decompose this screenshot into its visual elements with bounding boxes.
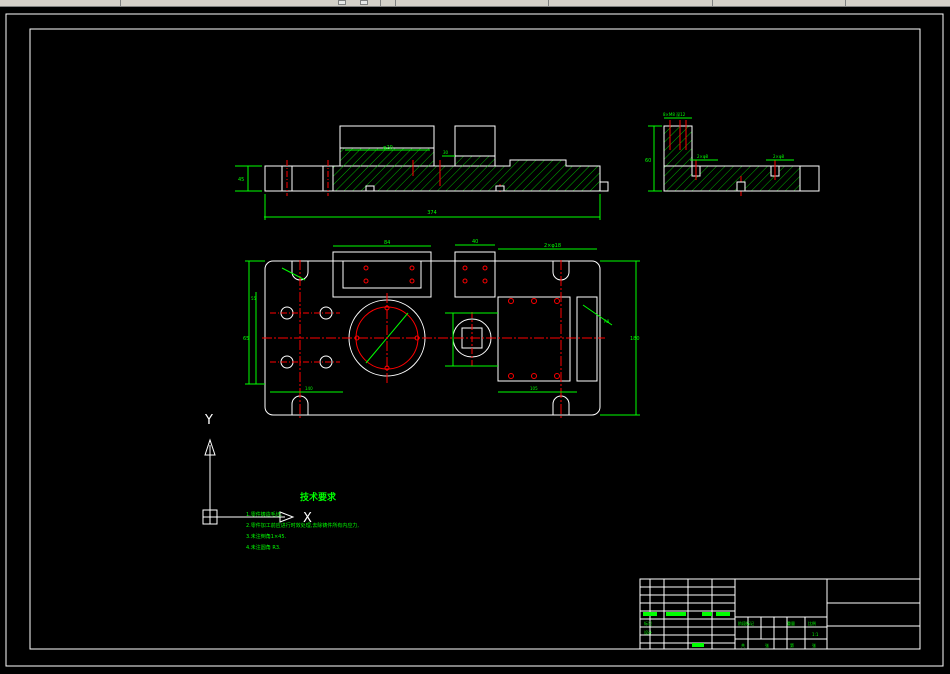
front-view[interactable]: 374 φ20 45 30	[235, 125, 609, 220]
tb-cell-e: 比例	[808, 620, 816, 626]
bottom-span-a-label: 140	[305, 386, 313, 391]
toolbar-separator	[380, 0, 381, 6]
side-height-label: 60	[645, 158, 651, 164]
drawing-canvas[interactable]: 374 φ20 45 30 60 8×M8 深12 2×φ8 2×φ8 180 …	[0, 7, 950, 674]
sheet-outer-border	[5, 13, 944, 667]
tb-cell-j: 张	[812, 642, 816, 648]
toolbar-separator	[548, 0, 549, 6]
tb-cell-h: 张	[765, 642, 769, 648]
side-view[interactable]: 60 8×M8 深12 2×φ8 2×φ8	[645, 111, 820, 196]
toolbar-separator	[395, 0, 396, 6]
toolbar-dropdown-button[interactable]	[338, 0, 346, 5]
top-left-span-label: 84	[384, 240, 390, 246]
bottom-span-b-label: 105	[530, 386, 538, 391]
left-span-a-label: 65	[243, 336, 249, 342]
tb-cell-a: 标记	[644, 620, 652, 626]
tb-cell-g: 共	[741, 642, 745, 648]
top-height-label: 180	[630, 336, 640, 342]
top-view[interactable]: 180 65 55 84 40 2×φ18 140 105 R8	[243, 239, 640, 420]
tech-req-line-3: 3.未注倒角1×45.	[246, 533, 287, 540]
side-top-label: 8×M8 深12	[663, 111, 686, 117]
side-mid-label: 2×φ8	[697, 154, 709, 159]
tech-req-title: 技术要求	[300, 491, 337, 503]
tb-cell-b: 设计	[644, 629, 652, 635]
tb-cell-c: 阶段标记	[738, 620, 754, 626]
front-slot-width-label: φ20	[383, 145, 393, 151]
left-span-b-label: 55	[251, 296, 257, 301]
tb-cell-i: 第	[790, 642, 794, 648]
drawing-svg[interactable]: 374 φ20 45 30 60 8×M8 深12 2×φ8 2×φ8 180 …	[0, 7, 950, 674]
top-hole-label: 2×φ18	[544, 243, 561, 249]
toolbar-strip	[0, 0, 950, 7]
cad-application: 374 φ20 45 30 60 8×M8 深12 2×φ8 2×φ8 180 …	[0, 0, 950, 674]
ucs-y-label: Y	[204, 413, 213, 428]
title-block[interactable]: 标记 设计 阶段标记 重量 比例 1:1 共 张 第 张	[639, 578, 921, 650]
front-center-height-label: 30	[443, 150, 449, 155]
toolbar-separator	[845, 0, 846, 6]
front-left-height-label: 45	[238, 177, 244, 183]
top-mid-width-label: 40	[472, 239, 478, 245]
tb-cell-f: 1:1	[812, 632, 819, 637]
side-right-label: 2×φ8	[773, 154, 785, 159]
sheet-inner-border	[29, 28, 921, 650]
tech-req-line-1: 1.零件铸造毛坯.	[246, 511, 283, 518]
tech-req-line-4: 4.未注圆角 R3.	[246, 544, 281, 551]
right-small-label: R8	[604, 319, 610, 324]
toolbar-dropdown-button[interactable]	[360, 0, 368, 5]
toolbar-separator	[120, 0, 121, 6]
tech-req-line-2: 2.零件加工前应进行时效处理,去除铸件所有内应力,	[246, 522, 359, 529]
ucs-icon: Y X	[202, 413, 312, 526]
toolbar-separator	[712, 0, 713, 6]
front-total-length-label: 374	[427, 210, 437, 216]
tb-cell-d: 重量	[787, 620, 795, 626]
